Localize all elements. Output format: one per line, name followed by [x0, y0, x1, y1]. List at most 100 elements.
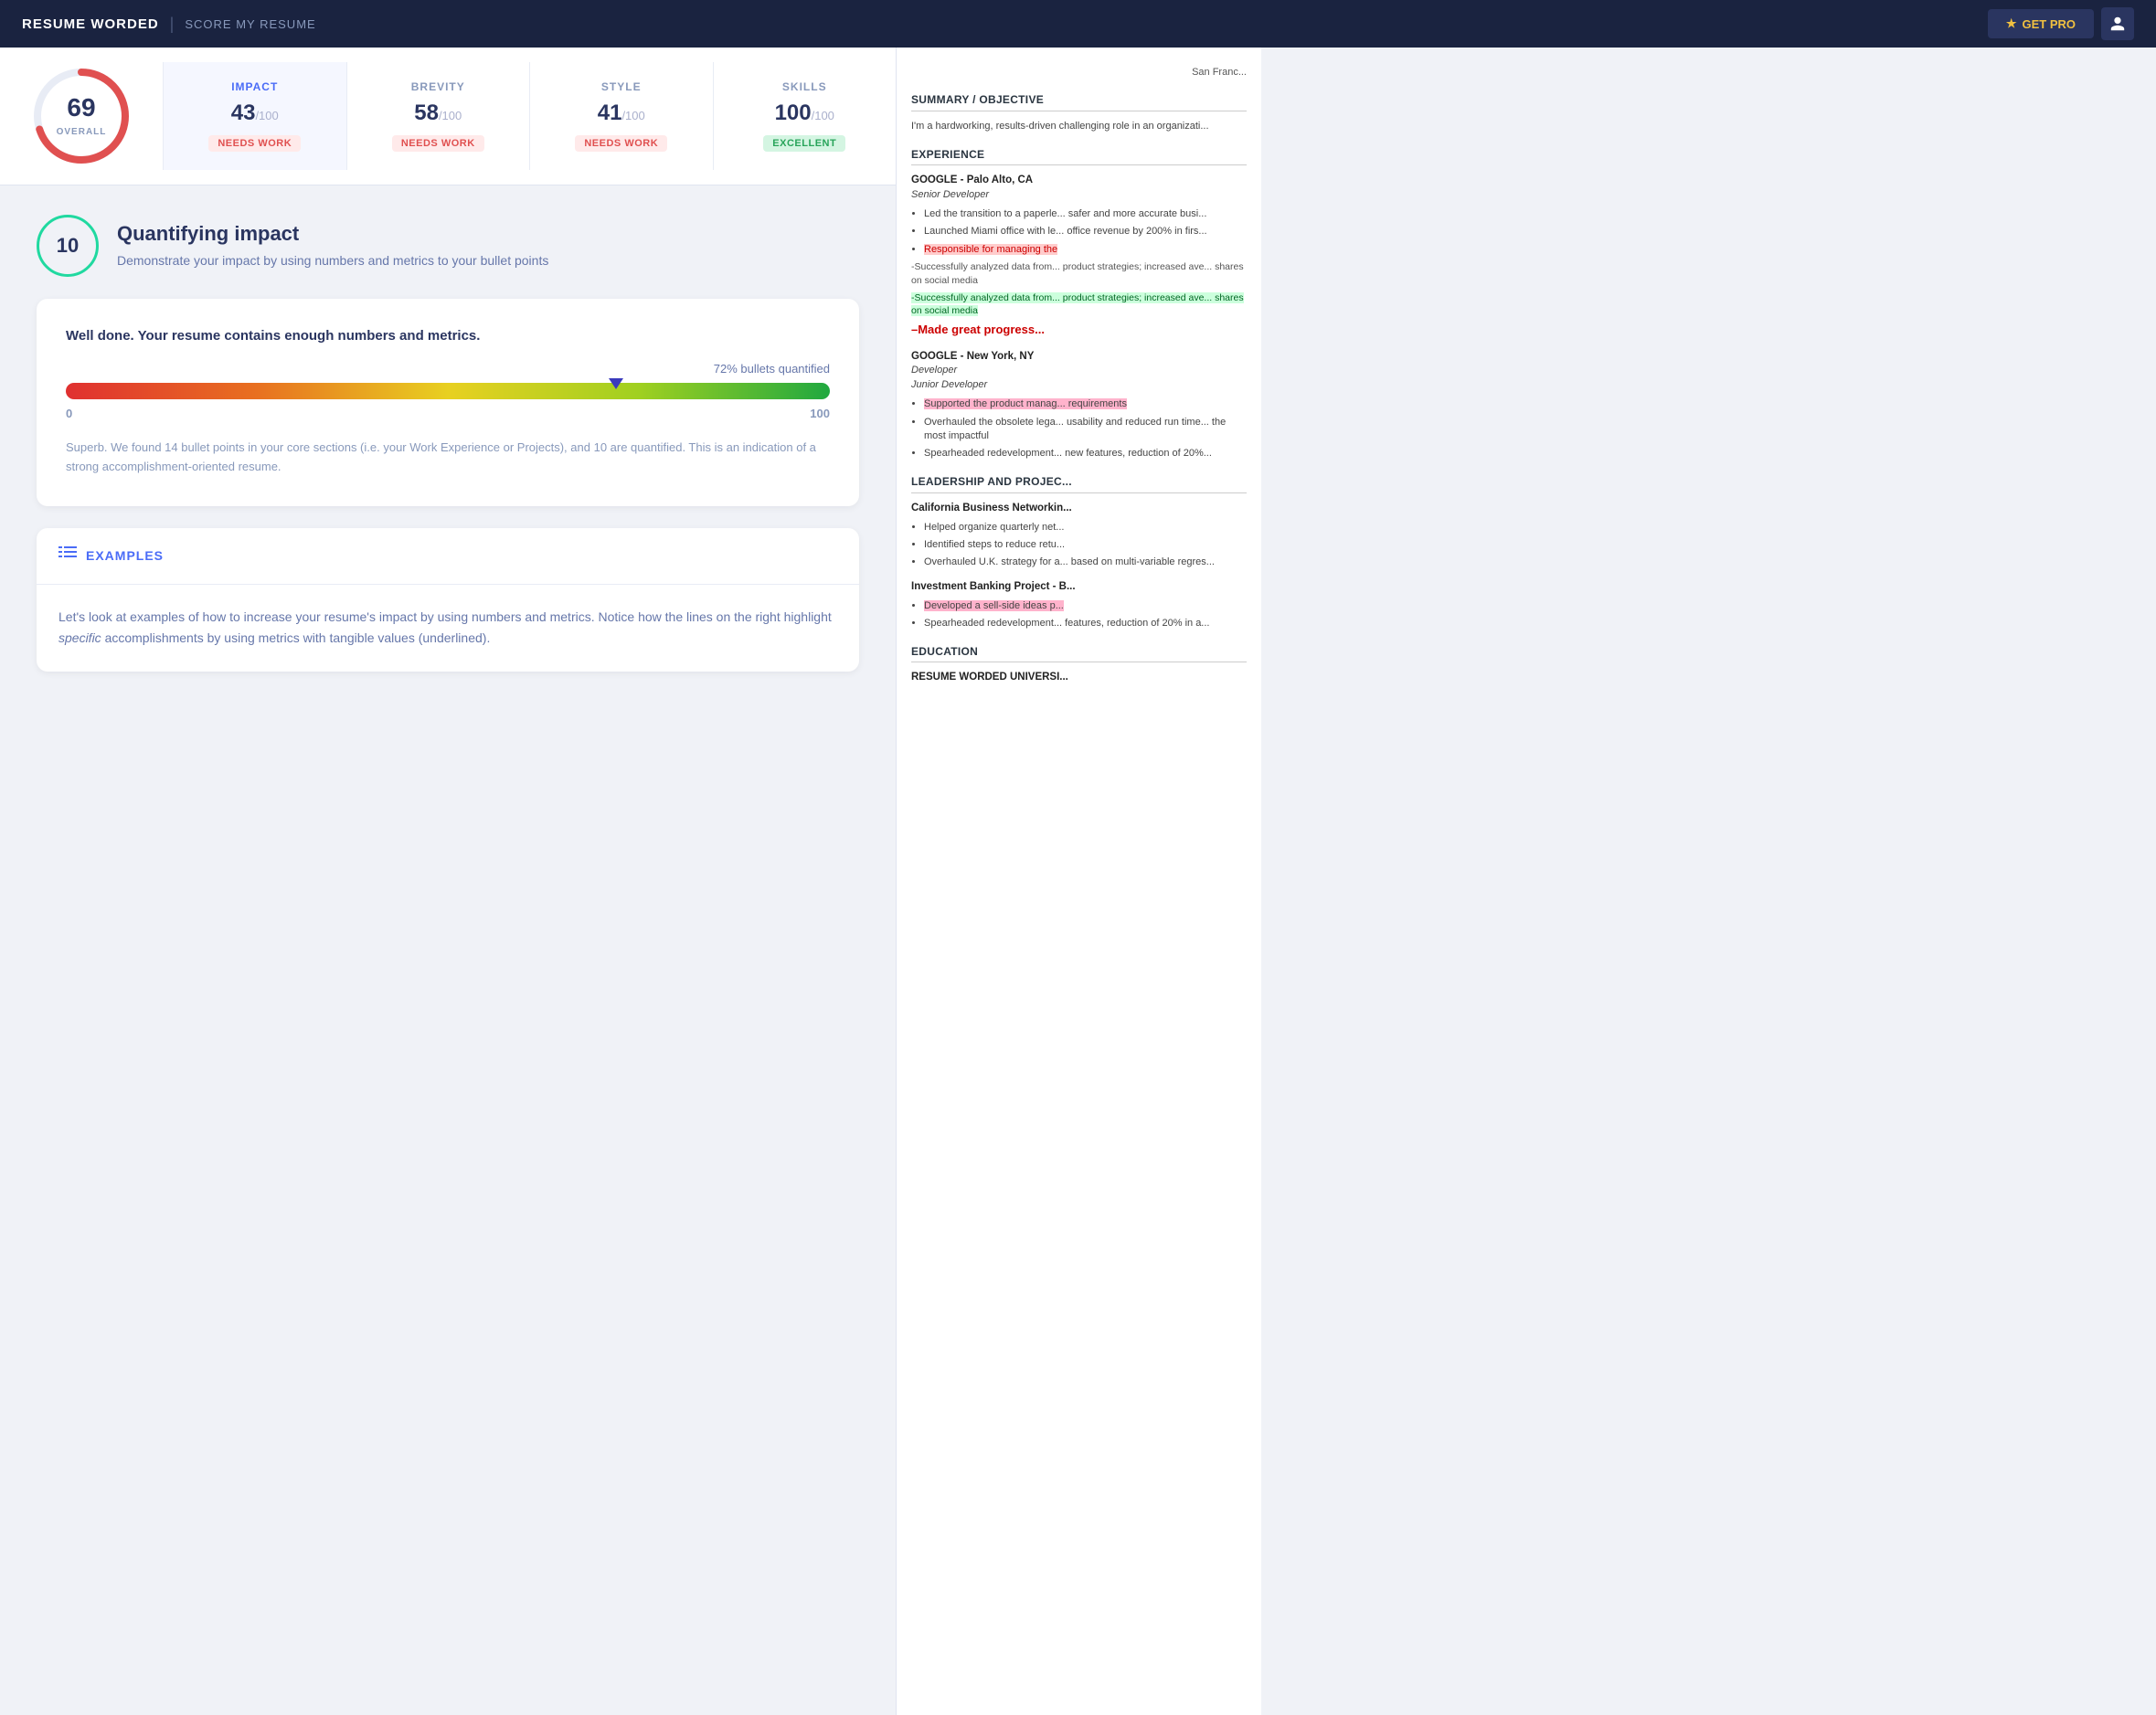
overall-score-label: OVERALL — [57, 127, 107, 137]
resume-education-title: EDUCATION — [911, 644, 1247, 663]
get-pro-label: GET PRO — [2022, 17, 2076, 31]
bullet-item: –Made great progress... — [911, 322, 1247, 338]
category-impact-badge: NEEDS WORK — [208, 135, 301, 152]
resume-city: San Franc... — [911, 66, 1247, 79]
category-impact-name: IMPACT — [178, 80, 332, 93]
leadership-employer-1: California Business Networkin... — [911, 501, 1247, 515]
highlighted-text-red: Responsible for managing the — [924, 244, 1057, 255]
resume-role-1: Senior Developer — [911, 188, 1247, 202]
category-skills[interactable]: SKILLS 100/100 EXCELLENT — [713, 62, 897, 170]
resume-employer-1: GOOGLE - Palo Alto, CA — [911, 173, 1247, 187]
bullet-item: Launched Miami office with le... office … — [924, 225, 1247, 238]
highlighted-text-pink-1: Supported the product manag... requireme… — [924, 398, 1127, 409]
brand-logo: RESUME WORDED — [22, 16, 159, 32]
bullet-item: -Successfully analyzed data from... prod… — [911, 291, 1247, 318]
well-done-card: Well done. Your resume contains enough n… — [37, 299, 859, 506]
bullet-item: Responsible for managing the — [924, 243, 1247, 257]
bullet-item: Spearheaded redevelopment... new feature… — [924, 447, 1247, 461]
bullet-item: Overhauled U.K. strategy for a... based … — [924, 556, 1247, 569]
get-pro-button[interactable]: ★ GET PRO — [1988, 9, 2094, 38]
card-description: Superb. We found 14 bullet points in you… — [66, 439, 830, 477]
examples-icon — [58, 546, 77, 566]
range-max: 100 — [810, 407, 830, 420]
leadership-item-2: Investment Banking Project - B... Develo… — [911, 579, 1247, 631]
user-account-icon[interactable] — [2101, 7, 2134, 40]
resume-summary-text: I'm a hardworking, results-driven challe… — [911, 119, 1247, 134]
resume-leadership-title: LEADERSHIP AND PROJEC... — [911, 474, 1247, 493]
score-my-resume-link[interactable]: SCORE MY RESUME — [185, 17, 315, 31]
category-brevity-badge: NEEDS WORK — [392, 135, 484, 152]
examples-text: Let's look at examples of how to increas… — [58, 607, 837, 651]
get-pro-star-icon: ★ — [2006, 16, 2017, 31]
examples-text-italic: specific — [58, 630, 101, 645]
resume-role-2b: Junior Developer — [911, 378, 1247, 392]
overall-score-number: 69 — [57, 93, 107, 122]
bullet-item: Supported the product manag... requireme… — [924, 397, 1247, 411]
leadership-item-1: California Business Networkin... Helped … — [911, 501, 1247, 570]
bullet-item: Identified steps to reduce retu... — [924, 538, 1247, 552]
resume-summary-title: SUMMARY / OBJECTIVE — [911, 92, 1247, 111]
category-style[interactable]: STYLE 41/100 NEEDS WORK — [529, 62, 713, 170]
resume-job-1: GOOGLE - Palo Alto, CA Senior Developer … — [911, 173, 1247, 338]
category-skills-badge: EXCELLENT — [763, 135, 845, 152]
examples-body: Let's look at examples of how to increas… — [37, 585, 859, 672]
header-divider: | — [170, 15, 175, 34]
bullet-item: Spearheaded redevelopment... features, r… — [924, 617, 1247, 630]
category-impact-score: 43/100 — [178, 101, 332, 126]
resume-role-2a: Developer — [911, 364, 1247, 377]
highlighted-text-pink-2: Developed a sell-side ideas p... — [924, 600, 1064, 611]
resume-experience-title: EXPERIENCE — [911, 147, 1247, 166]
progress-range: 0 100 — [66, 407, 830, 420]
category-brevity[interactable]: BREVITY 58/100 NEEDS WORK — [346, 62, 530, 170]
examples-header: EXAMPLES — [37, 528, 859, 585]
bullet-item: Developed a sell-side ideas p... — [924, 599, 1247, 613]
education-item-1: RESUME WORDED UNIVERSI... — [911, 670, 1247, 684]
bullet-item: Led the transition to a paperle... safer… — [924, 207, 1247, 221]
strikethrough-text: –Made great progress... — [911, 323, 1045, 336]
section-title-area: Quantifying impact Demonstrate your impa… — [117, 222, 548, 270]
section-title: Quantifying impact — [117, 222, 548, 246]
section-header: 10 Quantifying impact Demonstrate your i… — [37, 215, 859, 277]
category-skills-name: SKILLS — [728, 80, 882, 93]
score-categories: IMPACT 43/100 NEEDS WORK BREVITY 58/100 … — [163, 62, 896, 170]
leadership-bullets-2: Developed a sell-side ideas p... Spearhe… — [911, 599, 1247, 631]
app-header: RESUME WORDED | SCORE MY RESUME ★ GET PR… — [0, 0, 2156, 48]
left-panel: 69 OVERALL IMPACT 43/100 NEEDS WORK BREV… — [0, 48, 896, 1715]
examples-text-before: Let's look at examples of how to increas… — [58, 609, 832, 624]
examples-text-after: accomplishments by using metrics with ta… — [101, 630, 491, 645]
category-brevity-name: BREVITY — [362, 80, 515, 93]
section-number: 10 — [37, 215, 99, 277]
category-skills-score: 100/100 — [728, 101, 882, 126]
resume-employer-2: GOOGLE - New York, NY — [911, 349, 1247, 364]
overall-score: 69 OVERALL — [0, 48, 163, 185]
content-area: 10 Quantifying impact Demonstrate your i… — [0, 185, 896, 723]
category-impact[interactable]: IMPACT 43/100 NEEDS WORK — [163, 62, 346, 170]
highlighted-text-green: -Successfully analyzed data from... prod… — [911, 292, 1244, 317]
score-ring: 69 OVERALL — [31, 66, 132, 166]
range-min: 0 — [66, 407, 72, 420]
well-done-title: Well done. Your resume contains enough n… — [66, 328, 830, 344]
score-text: 69 OVERALL — [57, 93, 107, 139]
category-style-score: 41/100 — [545, 101, 698, 126]
bullet-item: Helped organize quarterly net... — [924, 521, 1247, 535]
category-style-name: STYLE — [545, 80, 698, 93]
resume-bullets-2: Supported the product manag... requireme… — [911, 397, 1247, 461]
main-layout: 69 OVERALL IMPACT 43/100 NEEDS WORK BREV… — [0, 48, 2156, 1715]
leadership-employer-2: Investment Banking Project - B... — [911, 579, 1247, 594]
leadership-bullets-1: Helped organize quarterly net... Identif… — [911, 521, 1247, 570]
score-bar: 69 OVERALL IMPACT 43/100 NEEDS WORK BREV… — [0, 48, 896, 185]
category-brevity-score: 58/100 — [362, 101, 515, 126]
progress-track — [66, 383, 830, 399]
section-description: Demonstrate your impact by using numbers… — [117, 251, 548, 270]
examples-title: EXAMPLES — [86, 548, 164, 563]
resume-job-2: GOOGLE - New York, NY Developer Junior D… — [911, 349, 1247, 461]
progress-label: 72% bullets quantified — [66, 362, 830, 376]
bullet-item: -Successfully analyzed data from... prod… — [911, 260, 1247, 287]
progress-gradient — [66, 383, 830, 399]
resume-bullets-1: Led the transition to a paperle... safer… — [911, 207, 1247, 338]
right-panel: San Franc... SUMMARY / OBJECTIVE I'm a h… — [896, 48, 1261, 1715]
category-style-badge: NEEDS WORK — [575, 135, 667, 152]
progress-marker — [609, 378, 623, 389]
bullet-item: Overhauled the obsolete lega... usabilit… — [924, 416, 1247, 444]
examples-card: EXAMPLES Let's look at examples of how t… — [37, 528, 859, 672]
